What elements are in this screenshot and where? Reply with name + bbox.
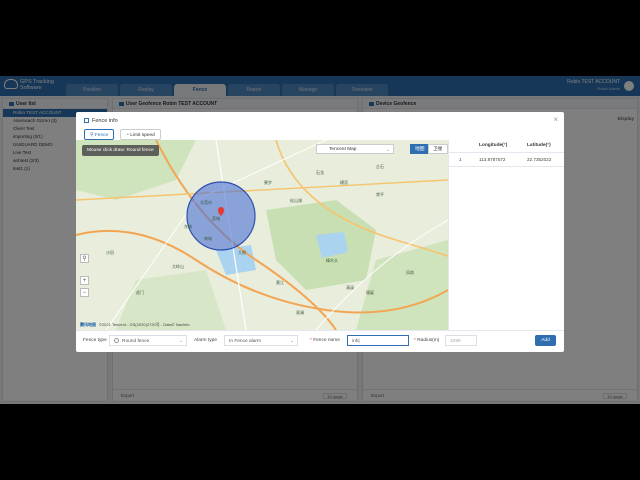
column-longitude: Longitude(°)	[479, 143, 508, 148]
fence-name-label: * Fence name	[310, 338, 340, 343]
map-mode-satellite[interactable]: 卫星	[428, 144, 448, 154]
fence-info-icon	[84, 118, 89, 124]
chevron-down-icon: ⌄	[385, 147, 390, 153]
map-canvas[interactable]: 东莞市 松山湖 大朗 石龙 常平 大岭山 寮步 企石 横沥 樟木头 塘厦 虎门 …	[76, 140, 448, 330]
dialog-title: Fence info	[84, 118, 118, 124]
map-label: 寮步	[264, 180, 272, 185]
map-label: 企石	[376, 164, 384, 169]
alarm-type-label: Alarm type	[194, 338, 217, 343]
row-longitude: 113.8787572	[479, 157, 506, 162]
radio-icon	[114, 338, 119, 344]
map-label: 凤岗	[406, 270, 414, 275]
column-latitude: Latitude(°)	[527, 143, 551, 148]
fence-name-input[interactable]: inh|	[347, 335, 409, 346]
zoom-out-icon[interactable]: −	[80, 288, 89, 297]
display-column-header: Display	[617, 116, 634, 121]
map-label: 观澜	[296, 310, 304, 315]
row-latitude: 22.7352022	[527, 157, 552, 162]
tab-limit-speed[interactable]: ◔ Limit speed	[120, 129, 161, 140]
map-base	[76, 140, 448, 330]
map-label: 樟木头	[326, 258, 338, 263]
map-label: 东莞市	[200, 200, 212, 205]
chevron-down-icon: ⌄	[289, 338, 294, 344]
radius-label: * Radius(m)	[414, 338, 440, 343]
map-label: 虎门	[136, 290, 144, 295]
map-label: 塘厦	[366, 290, 374, 295]
fence-points-table: Longitude(°) Latitude(°) 1 113.8787572 2…	[448, 140, 564, 330]
map-label: 大岭山	[172, 264, 184, 269]
location-icon: ⚲	[90, 133, 94, 138]
chevron-down-icon: ⌄	[178, 338, 183, 344]
fence-type-label: Fence type	[83, 338, 107, 343]
add-button[interactable]: Add	[535, 335, 556, 346]
map-label: 清溪	[346, 285, 354, 290]
radius-input[interactable]: 3398	[445, 335, 477, 346]
fence-type-select[interactable]: Round fence ⌄	[109, 335, 187, 346]
map-provider-select[interactable]: Tencent Map ⌄	[316, 144, 394, 154]
alarm-type-select[interactable]: In Fence alarm ⌄	[224, 335, 298, 346]
map-attribution: 腾讯地图 ©2021 Tencent - GS(2020)2720号 - Data…	[80, 322, 190, 327]
map-label: 横沥	[340, 180, 348, 185]
map-label: 南城	[204, 236, 212, 241]
map-label: 莞城	[212, 216, 220, 221]
map-label: 东城	[184, 224, 192, 229]
speed-icon: ◔	[126, 133, 129, 138]
map-mode-map[interactable]: 地图	[410, 144, 430, 154]
map-label: 石龙	[316, 170, 324, 175]
close-icon[interactable]: ×	[553, 115, 558, 124]
map-label: 常平	[376, 192, 384, 197]
tab-fence[interactable]: ⚲ Fence	[84, 129, 115, 140]
map-label: 大朗	[238, 250, 246, 255]
fence-info-dialog: Fence info × ⚲ Fence ◔ Limit speed 东莞市 松…	[76, 112, 564, 352]
app-window: GPS Tracking Software Position Replay Fe…	[0, 76, 640, 404]
map-label: 黄江	[276, 280, 284, 285]
tencent-map-logo: 腾讯地图	[80, 322, 96, 327]
draw-hint-tooltip: Mouse click draw: Round fence	[82, 145, 159, 156]
zoom-in-icon[interactable]: +	[80, 276, 89, 285]
fence-form: Fence type Round fence ⌄ Alarm type In Fe…	[76, 330, 564, 352]
pegman-icon[interactable]: ⚲	[80, 254, 89, 263]
row-index: 1	[459, 157, 462, 162]
map-label: 松山湖	[290, 198, 302, 203]
map-label: 沙田	[106, 250, 114, 255]
